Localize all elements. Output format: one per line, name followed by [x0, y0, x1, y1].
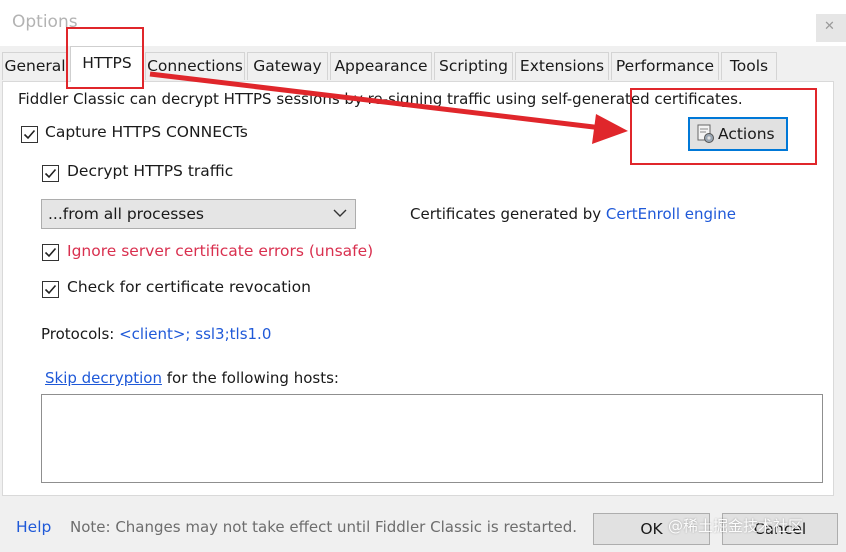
capture-https-checkbox[interactable]	[21, 126, 38, 143]
watermark: @稀土掘金技术社区	[668, 517, 804, 535]
close-icon: ✕	[824, 19, 835, 34]
certenroll-engine-link[interactable]: CertEnroll engine	[606, 205, 736, 223]
process-filter-value: ...from all processes	[48, 205, 204, 223]
certificate-gear-icon	[697, 124, 714, 143]
help-link[interactable]: Help	[16, 518, 51, 536]
title-bar	[0, 0, 846, 46]
ignore-cert-errors-label: Ignore server certificate errors (unsafe…	[67, 242, 374, 260]
cert-revocation-label: Check for certificate revocation	[67, 278, 311, 296]
tab-performance[interactable]: Performance	[611, 52, 719, 80]
tab-general[interactable]: General	[2, 52, 68, 80]
cert-prefix-text: Certificates generated by	[410, 205, 606, 223]
decrypt-https-checkbox[interactable]	[42, 165, 59, 182]
process-filter-dropdown[interactable]: ...from all processes	[41, 199, 356, 229]
restart-note: Note: Changes may not take effect until …	[70, 518, 578, 536]
decrypt-https-label: Decrypt HTTPS traffic	[67, 162, 234, 180]
actions-button-label: Actions	[718, 125, 775, 143]
tab-https[interactable]: HTTPS	[70, 46, 144, 82]
checkmark-icon	[44, 284, 57, 295]
skip-decryption-suffix: for the following hosts:	[161, 369, 339, 387]
protocols-row: Protocols: <client>; ssl3;tls1.0	[41, 325, 271, 343]
tab-extensions[interactable]: Extensions	[515, 52, 609, 80]
chevron-down-icon	[333, 209, 347, 217]
checkmark-icon	[44, 168, 57, 179]
certificates-info: Certificates generated by CertEnroll eng…	[410, 205, 736, 223]
checkmark-icon	[23, 129, 36, 140]
close-button[interactable]: ✕	[816, 14, 846, 42]
tab-connections[interactable]: Connections	[145, 52, 245, 80]
tab-appearance[interactable]: Appearance	[330, 52, 432, 80]
protocols-label: Protocols:	[41, 325, 120, 343]
tab-tools[interactable]: Tools	[721, 52, 777, 80]
actions-button[interactable]: Actions	[688, 117, 788, 151]
skip-decryption-row: Skip decryption for the following hosts:	[45, 369, 339, 387]
capture-https-label: Capture HTTPS CONNECTs	[45, 123, 248, 141]
checkmark-icon	[44, 247, 57, 258]
ignore-cert-errors-checkbox[interactable]	[42, 244, 59, 261]
tab-gateway[interactable]: Gateway	[247, 52, 328, 80]
tab-scripting[interactable]: Scripting	[434, 52, 513, 80]
skip-decryption-link[interactable]: Skip decryption	[45, 369, 162, 387]
window-title: Options	[12, 12, 78, 32]
skip-hosts-textarea[interactable]	[41, 394, 823, 483]
cert-revocation-checkbox[interactable]	[42, 281, 59, 298]
https-intro-text: Fiddler Classic can decrypt HTTPS sessio…	[18, 90, 743, 108]
protocols-link[interactable]: <client>; ssl3;tls1.0	[119, 325, 271, 343]
